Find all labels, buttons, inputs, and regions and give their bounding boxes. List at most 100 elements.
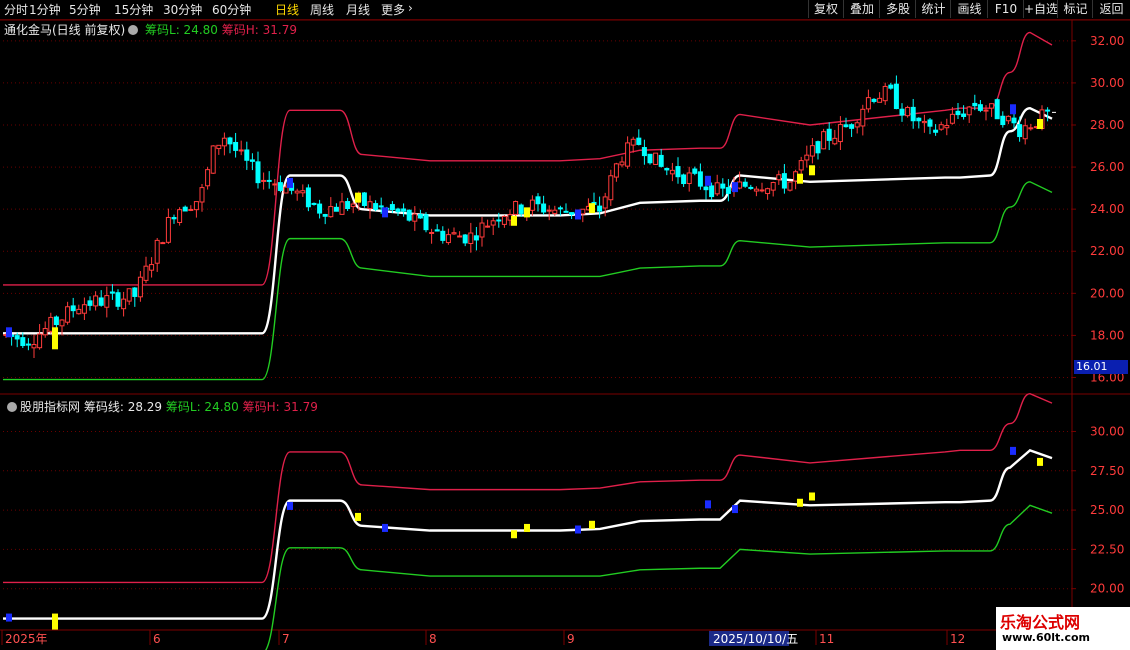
candle xyxy=(143,256,149,284)
candle xyxy=(983,105,989,121)
ytick-sub-2: 25.00 xyxy=(1090,503,1124,517)
candle xyxy=(961,105,967,120)
signal-marker-sub xyxy=(589,520,595,529)
candle xyxy=(261,172,267,190)
candle xyxy=(899,103,905,122)
candle xyxy=(843,117,849,128)
candle xyxy=(675,157,681,184)
signal-marker-sub xyxy=(809,492,815,501)
candle xyxy=(440,226,446,244)
ytick-main-1: 30.00 xyxy=(1090,76,1124,90)
candle xyxy=(182,205,188,212)
candle xyxy=(434,224,440,232)
candle xyxy=(804,145,810,168)
candle xyxy=(821,128,827,150)
candle xyxy=(70,297,76,318)
candle xyxy=(300,184,306,197)
candle xyxy=(121,291,127,317)
candle xyxy=(871,98,877,104)
signal-marker-main xyxy=(705,175,711,186)
signal-marker-sub xyxy=(1037,457,1043,466)
candle xyxy=(669,162,675,182)
candle xyxy=(221,132,227,156)
signal-marker-main xyxy=(809,165,815,176)
signal-marker-main xyxy=(287,177,293,188)
candle xyxy=(479,217,485,247)
candle xyxy=(25,338,31,351)
candle xyxy=(177,207,183,226)
candle xyxy=(759,182,765,193)
candle xyxy=(76,304,82,315)
candle xyxy=(826,122,832,151)
candle xyxy=(636,129,642,146)
ytick-sub-1: 27.50 xyxy=(1090,464,1124,478)
candle xyxy=(14,332,20,348)
candle xyxy=(955,102,961,120)
candle xyxy=(137,271,143,302)
signal-marker-sub xyxy=(511,530,517,539)
current-price-tag: 16.01 xyxy=(1074,360,1128,374)
candle xyxy=(305,184,311,212)
ytick-sub-0: 30.00 xyxy=(1090,424,1124,438)
candle xyxy=(37,324,43,350)
candle xyxy=(367,195,373,219)
candle xyxy=(216,144,222,155)
signal-marker-sub xyxy=(797,498,803,507)
candle xyxy=(664,167,670,176)
candle xyxy=(865,89,871,113)
candle xyxy=(905,105,911,118)
candle xyxy=(98,290,104,307)
signal-marker-main xyxy=(355,192,361,203)
candle xyxy=(809,138,815,164)
candle xyxy=(233,132,239,158)
candle xyxy=(227,136,233,154)
candle xyxy=(653,152,659,165)
candle xyxy=(238,140,244,156)
candle xyxy=(199,184,205,212)
candle xyxy=(753,186,759,197)
candle xyxy=(1011,112,1017,128)
candle xyxy=(361,192,367,208)
xtick-label-3: 8 xyxy=(429,632,437,646)
signal-marker-main xyxy=(1037,118,1043,129)
signal-marker-sub xyxy=(732,505,738,514)
signal-marker-main xyxy=(6,327,12,338)
candle xyxy=(104,286,110,318)
candle xyxy=(210,145,216,174)
candle xyxy=(468,222,474,253)
signal-marker-sub xyxy=(575,525,581,534)
candle xyxy=(266,171,272,189)
ytick-main-3: 26.00 xyxy=(1090,160,1124,174)
xtick-label-1: 6 xyxy=(153,632,161,646)
candle xyxy=(373,200,379,212)
signal-marker-main xyxy=(797,173,803,184)
price-chart[interactable]: 32.00 30.00 28.00 26.00 24.00 22.00 20.00 18.00… xyxy=(0,0,1130,650)
candle xyxy=(423,212,429,233)
candle xyxy=(457,231,463,238)
signal-marker-main xyxy=(511,215,517,226)
signal-marker-main xyxy=(589,203,595,214)
candle xyxy=(87,296,93,311)
candle xyxy=(781,164,787,194)
candle xyxy=(994,98,1000,120)
xtick-label-2: 7 xyxy=(282,632,290,646)
candle xyxy=(1000,111,1006,128)
xtick-label-6: 11 xyxy=(819,632,834,646)
candle xyxy=(613,162,619,182)
ytick-main-4: 24.00 xyxy=(1090,202,1124,216)
signal-marker-sub xyxy=(52,613,58,630)
candle xyxy=(927,118,933,135)
candle xyxy=(921,114,927,133)
candle xyxy=(563,203,569,213)
candle xyxy=(445,228,451,245)
xtick-label-4: 9 xyxy=(567,632,575,646)
candle xyxy=(860,104,866,136)
ytick-main-6: 20.00 xyxy=(1090,286,1124,300)
candle xyxy=(893,75,899,110)
candle xyxy=(188,205,194,212)
candle xyxy=(849,123,855,137)
candle xyxy=(888,82,894,90)
candle xyxy=(916,117,922,129)
candle xyxy=(933,124,939,136)
candle xyxy=(944,118,950,136)
